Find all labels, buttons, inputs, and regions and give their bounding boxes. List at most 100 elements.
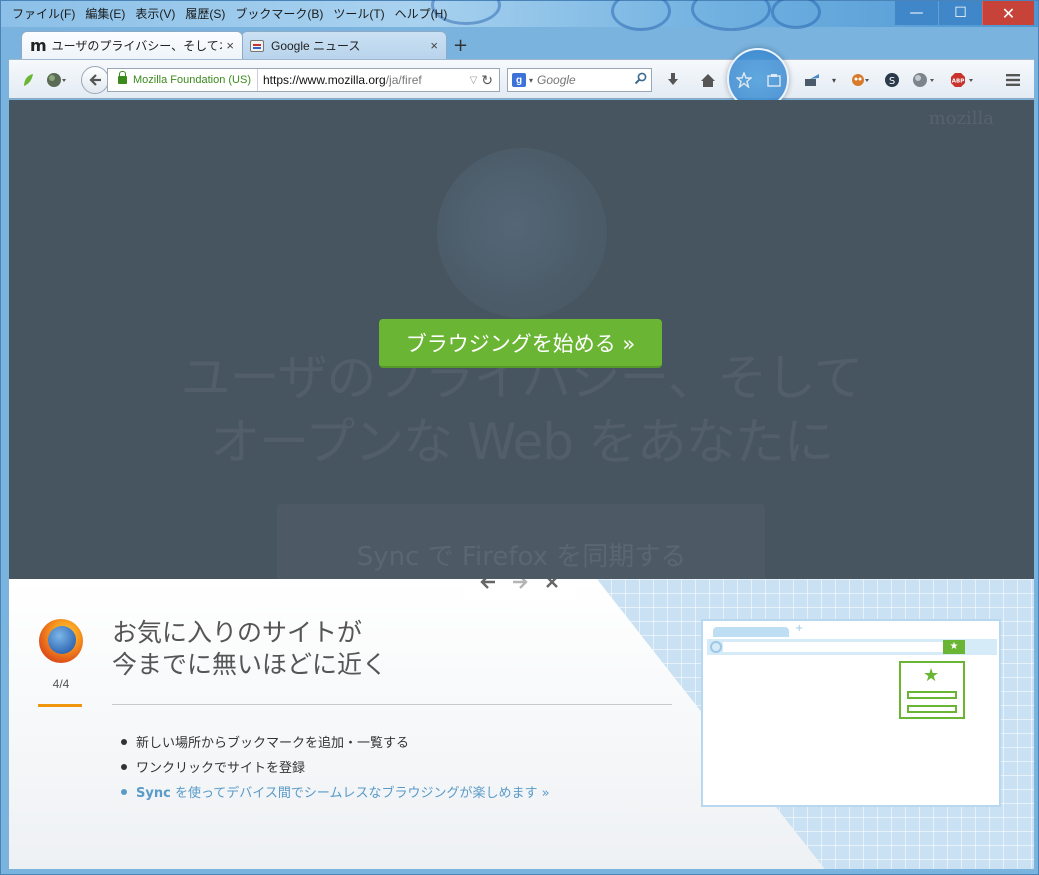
tour-title-line2: 今までに無いほどに近く [112,650,388,679]
menu-history[interactable]: 履歴(S) [180,3,230,23]
illustration-star-icon: ★ [943,640,965,654]
tour-prev-button[interactable] [472,579,504,597]
page-content: mozilla ユーザのプライバシー、そして オープンな Web をあなたに S… [9,100,1034,579]
url-path: /ja/firef [385,73,422,87]
sync-heading: Sync で Firefox を同期する [356,542,687,572]
illustration-tabs: + [707,623,997,637]
tour-navigation [464,579,576,601]
search-icon[interactable] [634,72,647,88]
url-host: https://www.mozilla.org [263,73,386,87]
title-bar: ファイル(F) 編集(E) 表示(V) 履歴(S) ブックマーク(B) ツール(… [1,0,1038,31]
arrow-right-icon [513,579,528,589]
menu-view[interactable]: 表示(V) [130,3,180,23]
new-tab-button[interactable]: + [453,35,468,56]
maximize-button[interactable]: ☐ [938,1,982,25]
tour-title-line1: お気に入りのサイトが [112,618,363,647]
sync-link-bold: Sync [136,786,171,801]
close-icon [546,579,558,588]
list-item: ワンクリックでサイトを登録 [121,754,550,779]
tour-next-button[interactable] [504,579,536,597]
tour-panel: 4/4 お気に入りのサイトが 今までに無いほどに近く 新しい場所からブックマーク… [9,579,1034,869]
list-item: 新しい場所からブックマークを追加・一覧する [121,729,550,754]
tour-close-button[interactable] [536,579,568,597]
browser-illustration: + ★ ★ [701,619,1001,807]
tab-google-news[interactable]: Google ニュース × [241,31,447,59]
skype-icon[interactable]: S [883,70,901,90]
tab-label: ユーザのプライバシー、そしてオ... [51,39,223,53]
svg-text:ABP: ABP [952,79,964,85]
back-button[interactable] [81,66,109,94]
identity-label: Mozilla Foundation (US) [133,74,251,86]
illustration-bookmark-popup: ★ [899,661,965,719]
reload-icon[interactable]: ↻ [481,72,493,89]
search-input[interactable]: Google [537,73,634,87]
window-controls: — ☐ ✕ [894,1,1034,25]
search-bar[interactable]: g ▾ Google [507,68,652,92]
mozilla-m-icon: m [30,36,47,55]
illustration-plus-icon: + [795,623,804,634]
bullet-icon [121,738,127,745]
downloads-icon[interactable] [665,70,681,90]
bullet-icon [121,763,127,770]
url-bar[interactable]: Mozilla Foundation (US) https://www.mozi… [107,68,500,92]
illustration-back-icon [710,641,722,653]
decorative-swirl [611,0,671,31]
illustration-tab [713,627,789,637]
tab-mozilla[interactable]: m ユーザのプライバシー、そしてオ... × [21,31,243,59]
addon-fox-icon[interactable] [849,70,871,90]
illustration-popup-line [907,691,957,699]
menu-tools[interactable]: ツール(T) [328,3,389,23]
tab-close-icon[interactable]: × [226,38,234,53]
firefox-logo-background [437,148,607,318]
bookmark-star-icon[interactable] [735,70,753,90]
hamburger-menu-icon[interactable] [1003,70,1023,90]
page-heading-line2: オープンな Web をあなたに [210,413,834,471]
tour-progress-bar [38,704,82,707]
google-news-icon [250,39,264,52]
share-icon[interactable] [803,70,823,90]
list-item-text: 新しい場所からブックマークを追加・一覧する [136,736,410,751]
bookmarks-menu-icon[interactable] [765,70,783,90]
tour-progress-label: 4/4 [52,677,70,691]
sync-link[interactable]: Sync を使ってデバイス間でシームレスなブラウジングが楽しめます » [136,782,550,801]
menu-bookmarks[interactable]: ブックマーク(B) [230,3,328,23]
url-dropdown-icon[interactable]: ▽ [470,75,478,86]
list-item: Sync を使ってデバイス間でシームレスなブラウジングが楽しめます » [121,779,550,804]
tour-title: お気に入りのサイトが 今までに無いほどに近く [112,617,572,681]
decorative-swirl [691,0,771,31]
illustration-popup-star-icon: ★ [923,665,940,686]
home-icon[interactable] [699,70,717,90]
illustration-popup-line [907,705,957,713]
illustration-toolbar: ★ [707,639,997,655]
tour-divider [112,704,672,705]
bullet-icon [121,788,127,795]
addon-globe-icon[interactable] [45,70,69,90]
menu-help[interactable]: ヘルプ(H) [390,3,453,23]
decorative-swirl [771,0,821,29]
addon-globe-gray-icon[interactable] [911,70,937,90]
url-input[interactable]: https://www.mozilla.org/ja/firef [258,73,470,87]
start-browsing-button[interactable]: ブラウジングを始める » [379,319,662,368]
lock-icon [118,71,127,84]
tab-close-icon[interactable]: × [430,38,438,53]
tab-label: Google ニュース [271,39,361,53]
mozilla-wordmark: mozilla [928,108,994,129]
search-engine-dropdown-icon[interactable]: ▾ [529,76,533,85]
tab-strip: Google ニュース × m ユーザのプライバシー、そしてオ... × + [9,29,1034,59]
back-arrow-icon [89,74,101,86]
share-dropdown-icon[interactable]: ▾ [829,70,839,90]
illustration-urlbar [723,642,945,652]
browser-window: ファイル(F) 編集(E) 表示(V) 履歴(S) ブックマーク(B) ツール(… [0,0,1039,875]
minimize-button[interactable]: — [894,1,938,25]
firefox-globe [48,626,76,654]
menu-edit[interactable]: 編集(E) [80,3,130,23]
close-window-button[interactable]: ✕ [982,1,1034,25]
menu-bar: ファイル(F) 編集(E) 表示(V) 履歴(S) ブックマーク(B) ツール(… [7,3,452,23]
menu-file[interactable]: ファイル(F) [7,3,80,23]
leaf-icon[interactable] [21,70,35,90]
list-item-text: ワンクリックでサイトを登録 [136,761,306,776]
google-search-engine-icon[interactable]: g [512,73,526,87]
adblock-plus-icon[interactable]: ABP [949,70,977,90]
site-identity-badge[interactable]: Mozilla Foundation (US) [108,69,258,91]
svg-text:S: S [889,76,895,87]
